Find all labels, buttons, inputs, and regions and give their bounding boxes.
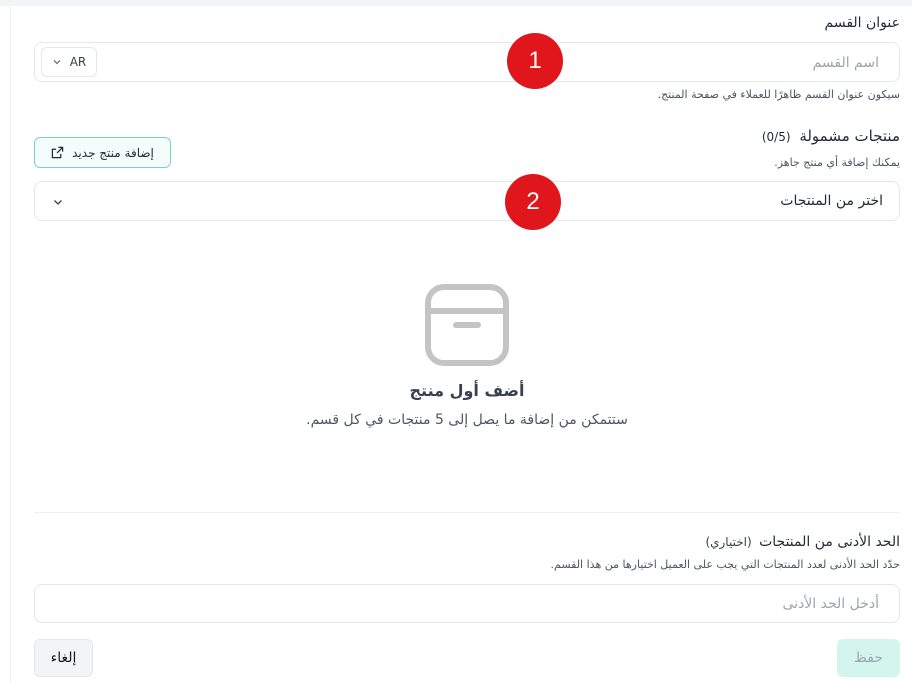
products-label: منتجات مشمولة (0/5) — [762, 127, 900, 145]
section-title-field[interactable]: اسم القسم AR — [34, 42, 900, 82]
products-count: (0/5) — [761, 130, 791, 144]
min-products-label: الحد الأدنى من المنتجات (اختياري) — [705, 534, 900, 550]
products-hint: يمكنك إضافة أي منتج جاهز. — [774, 156, 900, 169]
section-title-hint: سيكون عنوان القسم ظاهرًا للعملاء في صفحة… — [657, 88, 900, 101]
section-title-label: عنوان القسم — [824, 15, 900, 31]
empty-state-description: ستتمكن من إضافة ما يصل إلى 5 منتجات في ك… — [306, 412, 628, 428]
left-divider — [10, 6, 11, 682]
chevron-down-icon — [54, 200, 62, 205]
add-new-product-button[interactable]: إضافة منتج جديد — [34, 137, 171, 168]
section-divider — [34, 512, 900, 513]
cancel-button[interactable]: إلغاء — [34, 639, 93, 677]
chevron-down-icon — [53, 60, 61, 65]
annotation-marker-2: 2 — [505, 174, 561, 230]
products-label-text: منتجات مشمولة — [799, 127, 900, 145]
min-products-input[interactable]: أدخل الحد الأدنى — [34, 584, 900, 623]
min-products-optional: (اختياري) — [705, 535, 752, 549]
products-select-placeholder: اختر من المنتجات — [780, 193, 883, 209]
section-title-placeholder[interactable]: اسم القسم — [813, 55, 879, 71]
language-label: AR — [69, 55, 87, 69]
min-products-hint: حدّد الحد الأدنى لعدد المنتجات التي يجب … — [550, 558, 900, 571]
top-bar — [0, 0, 912, 6]
min-products-placeholder[interactable]: أدخل الحد الأدنى — [783, 596, 880, 612]
annotation-marker-1: 1 — [507, 33, 563, 89]
box-icon — [425, 284, 509, 366]
add-new-product-label: إضافة منتج جديد — [72, 145, 154, 160]
external-link-icon — [51, 146, 64, 159]
products-select[interactable]: اختر من المنتجات — [34, 181, 900, 221]
save-button[interactable]: حفظ — [837, 639, 900, 677]
language-select[interactable]: AR — [41, 47, 97, 77]
min-products-label-text: الحد الأدنى من المنتجات — [759, 534, 900, 550]
empty-state-title: أضف أول منتج — [409, 381, 525, 400]
